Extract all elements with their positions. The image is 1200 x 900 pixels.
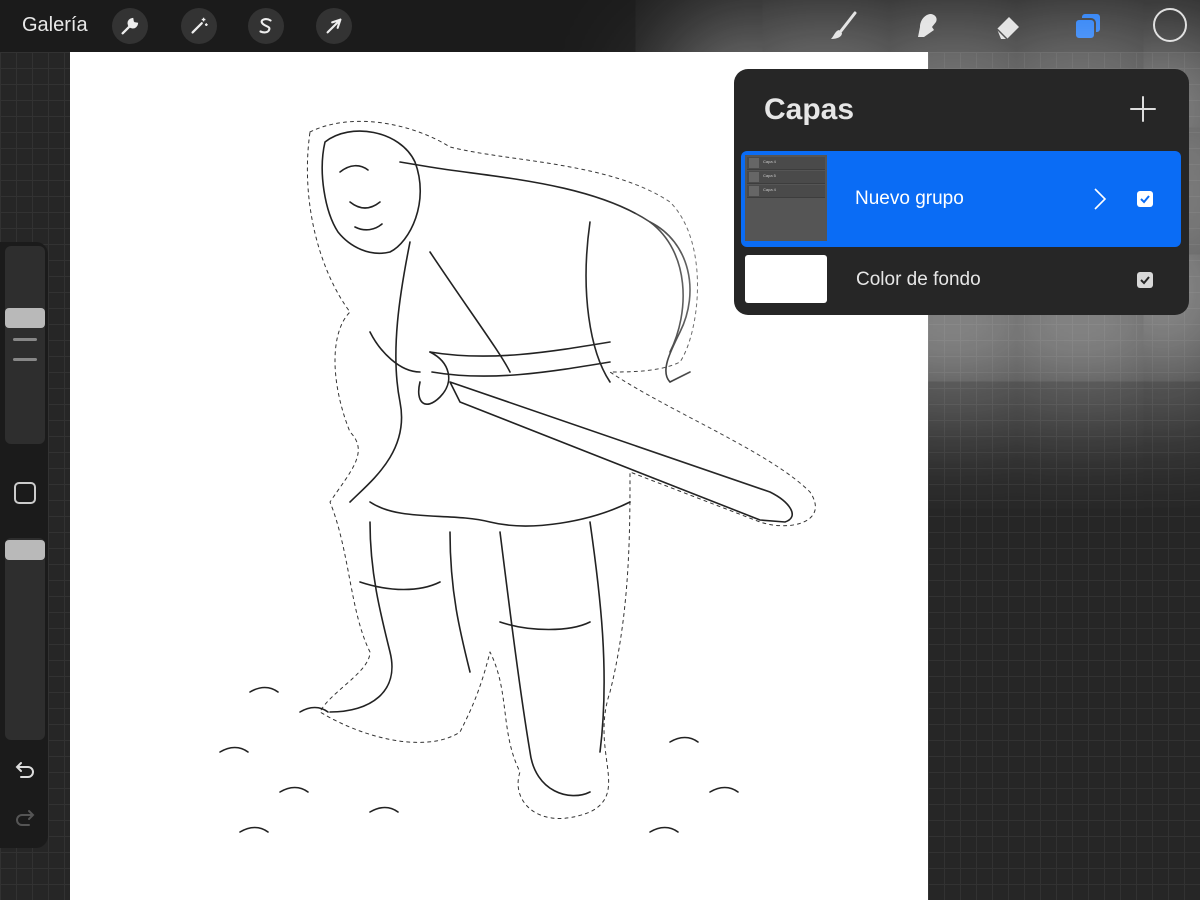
slider-tick xyxy=(13,338,37,341)
redo-icon xyxy=(16,810,35,826)
layers-tool-button[interactable] xyxy=(1070,8,1106,44)
adjustments-button[interactable] xyxy=(181,8,217,44)
brush-tool-button[interactable] xyxy=(826,8,862,44)
chevron-right-icon[interactable] xyxy=(1093,187,1107,211)
group-child-row: Capa 5 xyxy=(747,171,825,184)
magic-wand-icon xyxy=(191,17,208,34)
selection-s-icon xyxy=(259,18,272,34)
undo-icon xyxy=(15,762,34,778)
slider-tick xyxy=(13,358,37,361)
modify-button[interactable] xyxy=(14,482,36,504)
left-sidebar xyxy=(0,242,48,848)
selection-button[interactable] xyxy=(248,8,284,44)
eraser-icon xyxy=(996,17,1019,40)
group-child-row: Capa 4 xyxy=(747,157,825,170)
wrench-icon xyxy=(121,17,139,35)
gallery-button[interactable]: Galería xyxy=(22,14,88,37)
layer-row-background[interactable]: Color de fondo xyxy=(741,251,1181,311)
group-thumbnail: Capa 4 Capa 5 Capa 4 xyxy=(745,155,827,241)
opacity-slider[interactable] xyxy=(5,538,45,740)
opacity-thumb[interactable] xyxy=(5,540,45,560)
top-toolbar: Galería xyxy=(0,0,1200,52)
checkmark-icon xyxy=(1140,195,1150,204)
layers-panel-title: Capas xyxy=(764,93,855,126)
group-child-row: Capa 4 xyxy=(747,185,825,198)
smudge-tool-button[interactable] xyxy=(909,8,945,44)
color-picker-button[interactable] xyxy=(1153,8,1187,42)
layers-panel: Capas Capa 4 Capa 5 Capa 4 Nuevo grupo C… xyxy=(734,69,1189,315)
checkmark-icon xyxy=(1140,276,1150,285)
layers-icon xyxy=(1074,12,1102,40)
smudge-icon xyxy=(918,14,937,37)
brush-icon xyxy=(831,11,857,39)
layer-name: Nuevo grupo xyxy=(855,188,964,209)
brush-size-slider[interactable] xyxy=(5,246,45,444)
layer-row-group[interactable]: Capa 4 Capa 5 Capa 4 Nuevo grupo xyxy=(741,151,1181,247)
transform-button[interactable] xyxy=(316,8,352,44)
redo-button[interactable] xyxy=(10,802,40,832)
undo-button[interactable] xyxy=(10,754,40,784)
transform-arrow-icon xyxy=(326,18,342,34)
eraser-tool-button[interactable] xyxy=(990,8,1026,44)
background-thumbnail xyxy=(745,255,827,303)
layer-name: Color de fondo xyxy=(856,269,981,290)
actions-wrench-button[interactable] xyxy=(112,8,148,44)
layer-visibility-checkbox[interactable] xyxy=(1137,272,1153,288)
brush-size-thumb[interactable] xyxy=(5,308,45,328)
add-layer-icon[interactable] xyxy=(1128,94,1158,124)
layer-visibility-checkbox[interactable] xyxy=(1137,191,1153,207)
